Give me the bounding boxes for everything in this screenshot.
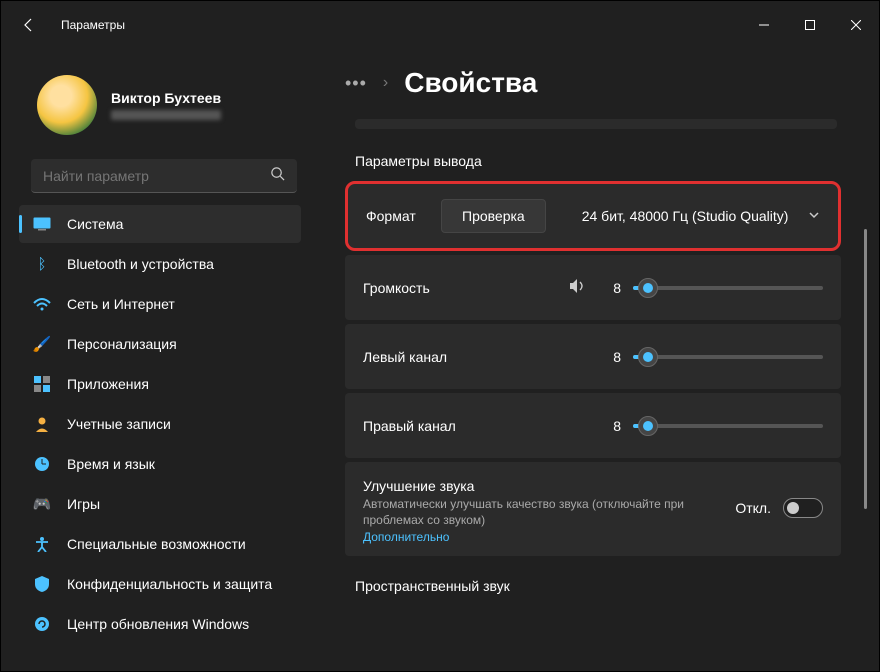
volume-slider[interactable] [633,286,823,290]
section-output-params: Параметры вывода [355,153,877,169]
nav-accessibility[interactable]: Специальные возможности [19,525,301,563]
close-button[interactable] [833,9,879,41]
format-value[interactable]: 24 бит, 48000 Гц (Studio Quality) [582,208,808,224]
enhance-card: Улучшение звука Автоматически улучшать к… [345,462,841,556]
person-icon [33,415,51,433]
nav-windows-update[interactable]: Центр обновления Windows [19,605,301,643]
minimize-button[interactable] [741,9,787,41]
avatar [37,75,97,135]
breadcrumb-more[interactable]: ••• [345,73,367,94]
shield-icon [33,575,51,593]
display-icon [33,215,51,233]
collapsed-card [355,119,837,129]
gamepad-icon: 🎮 [33,495,51,513]
profile-name: Виктор Бухтеев [111,90,221,106]
scrollbar[interactable] [864,199,867,651]
apps-icon [33,375,51,393]
nav-apps[interactable]: Приложения [19,365,301,403]
nav-personalization[interactable]: 🖌️Персонализация [19,325,301,363]
maximize-button[interactable] [787,9,833,41]
search-box[interactable] [31,159,297,193]
search-input[interactable] [43,168,270,184]
main-content: ••• › Свойства Параметры вывода Формат П… [311,49,879,671]
update-icon [33,615,51,633]
nav-time-language[interactable]: Время и язык [19,445,301,483]
back-button[interactable] [17,13,41,37]
nav-gaming[interactable]: 🎮Игры [19,485,301,523]
volume-value: 8 [601,280,621,296]
section-spatial-sound: Пространственный звук [355,578,877,594]
volume-label: Громкость [363,280,569,296]
window-title: Параметры [61,18,125,32]
accessibility-icon [33,535,51,553]
enhance-subtitle: Автоматически улучшать качество звука (о… [363,496,735,528]
clock-icon [33,455,51,473]
profile-block[interactable]: Виктор Бухтеев [9,57,311,159]
nav-privacy[interactable]: Конфиденциальность и защита [19,565,301,603]
left-channel-label: Левый канал [363,349,601,365]
sidebar: Виктор Бухтеев Система ᛒBluetooth и устр… [1,49,311,671]
right-channel-row: Правый канал 8 [345,393,841,458]
right-channel-label: Правый канал [363,418,601,434]
nav-network[interactable]: Сеть и Интернет [19,285,301,323]
chevron-down-icon[interactable] [808,208,820,224]
breadcrumb: ••• › Свойства [345,67,877,99]
left-channel-value: 8 [601,349,621,365]
right-channel-slider[interactable] [633,424,823,428]
enhance-toggle[interactable] [783,498,823,518]
speaker-icon[interactable] [569,278,587,297]
right-channel-value: 8 [601,418,621,434]
nav-accounts[interactable]: Учетные записи [19,405,301,443]
enhance-more-link[interactable]: Дополнительно [363,530,449,544]
wifi-icon [33,295,51,313]
format-card: Формат Проверка 24 бит, 48000 Гц (Studio… [345,181,841,251]
left-channel-slider[interactable] [633,355,823,359]
page-title: Свойства [404,67,537,99]
profile-email [111,110,221,120]
titlebar: Параметры [1,1,879,49]
enhance-toggle-label: Откл. [735,500,771,516]
nav-bluetooth[interactable]: ᛒBluetooth и устройства [19,245,301,283]
volume-row: Громкость 8 [345,255,841,320]
chevron-right-icon: › [383,74,388,92]
nav-system[interactable]: Система [19,205,301,243]
search-icon [270,166,285,186]
settings-window: Параметры Виктор Бухтеев [0,0,880,672]
format-label: Формат [366,208,436,224]
brush-icon: 🖌️ [33,335,51,353]
enhance-title: Улучшение звука [363,478,735,494]
bluetooth-icon: ᛒ [33,255,51,273]
nav-list: Система ᛒBluetooth и устройства Сеть и И… [9,205,311,671]
left-channel-row: Левый канал 8 [345,324,841,389]
test-button[interactable]: Проверка [441,199,546,233]
